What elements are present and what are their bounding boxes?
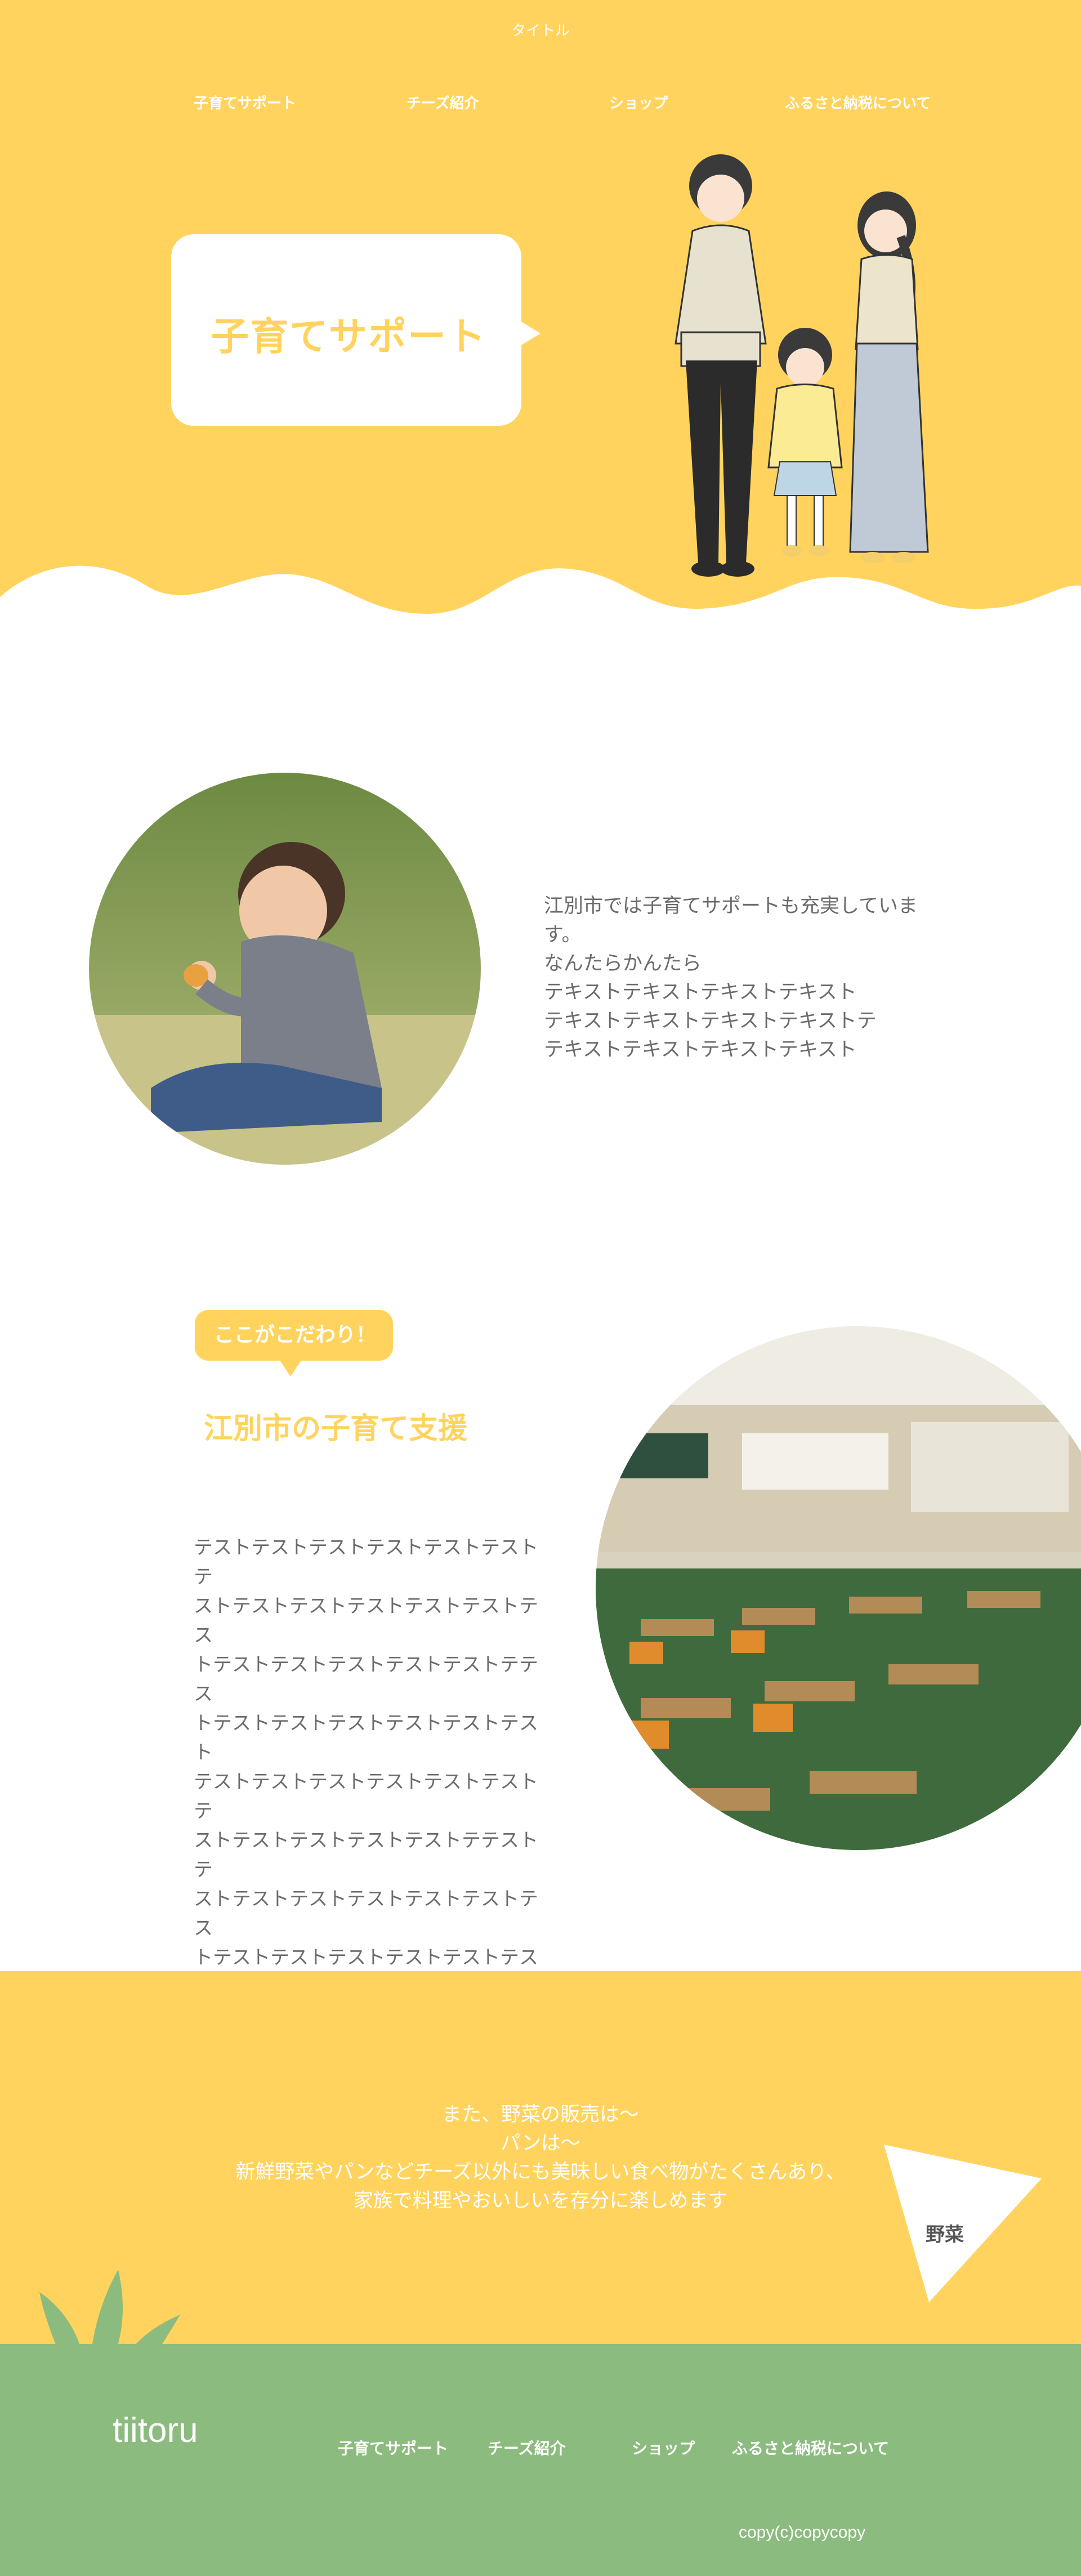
body-line: トテストテストテストテストテストテテス bbox=[194, 1654, 538, 1705]
section-heading: 江別市の子育て支援 bbox=[204, 1412, 468, 1446]
promo-line: また、野菜の販売は～ bbox=[441, 2103, 639, 2126]
footer-nav-childcare[interactable]: 子育てサポート bbox=[338, 2436, 448, 2459]
body-line: ストテストテストテストテストテテストテ bbox=[194, 1829, 538, 1881]
intro-line: テキストテキストテキストテキスト bbox=[544, 1039, 857, 1061]
copyright-text: copy(c)copycopy bbox=[739, 2523, 866, 2542]
intro-line: テキストテキストテキストテキスト bbox=[544, 981, 857, 1004]
body-line: ストテストテストテストテストテストテス bbox=[194, 1595, 538, 1647]
vegetable-label[interactable]: 野菜 bbox=[926, 2219, 964, 2247]
nav-item-furusato[interactable]: ふるさと納税について bbox=[785, 92, 931, 113]
child-photo bbox=[89, 773, 481, 1165]
main-nav: 子育てサポート チーズ紹介 ショップ ふるさと納税について bbox=[0, 92, 1081, 114]
classroom-photo bbox=[596, 1326, 1081, 1850]
wave-divider bbox=[0, 565, 1081, 625]
family-illustration bbox=[674, 154, 929, 577]
nav-item-shop[interactable]: ショップ bbox=[609, 92, 668, 113]
vegetable-triangle-icon[interactable] bbox=[884, 2145, 1047, 2302]
feature-tag: ここがこだわり！ bbox=[195, 1310, 393, 1376]
footer-logo[interactable]: tiitoru bbox=[113, 2410, 198, 2450]
intro-text-block: 江別市では子育てサポートも充実しています。 なんたらかんたら テキストテキストテ… bbox=[544, 892, 949, 1064]
body-line: トテストテストテストテストテストテスト bbox=[194, 1712, 538, 1764]
body-line: テストテストテストテストテストテストテ bbox=[194, 1536, 538, 1588]
hero-section: タイトル 子育てサポート チーズ紹介 ショップ ふるさと納税について 子育てサポ… bbox=[0, 0, 1081, 625]
intro-line: テキストテキストテキストテキストテ bbox=[544, 1010, 877, 1032]
footer-nav-furusato[interactable]: ふるさと納税について bbox=[732, 2436, 889, 2459]
section-body: テストテストテストテストテストテストテ ストテストテストテストテストテストテス … bbox=[194, 1533, 543, 2002]
mother-figure bbox=[849, 191, 929, 563]
intro-line: 江別市では子育てサポートも充実しています。 bbox=[544, 895, 918, 946]
body-line: ストテストテストテストテストテストテス bbox=[194, 1888, 538, 1940]
footer-nav-cheese[interactable]: チーズ紹介 bbox=[488, 2436, 566, 2459]
nav-item-childcare[interactable]: 子育てサポート bbox=[194, 92, 296, 113]
site-title[interactable]: タイトル bbox=[0, 19, 1081, 40]
page-title: 子育てサポート bbox=[211, 315, 487, 359]
intro-line: なんたらかんたら bbox=[544, 952, 702, 975]
father-figure bbox=[674, 154, 767, 577]
footer bbox=[0, 2344, 1081, 2576]
nav-item-cheese[interactable]: チーズ紹介 bbox=[407, 92, 479, 113]
body-line: テストテストテストテストテストテストテ bbox=[194, 1771, 538, 1822]
child-figure bbox=[767, 328, 843, 556]
footer-nav-shop[interactable]: ショップ bbox=[632, 2436, 695, 2459]
hero-speech-bubble: 子育てサポート bbox=[171, 234, 540, 426]
